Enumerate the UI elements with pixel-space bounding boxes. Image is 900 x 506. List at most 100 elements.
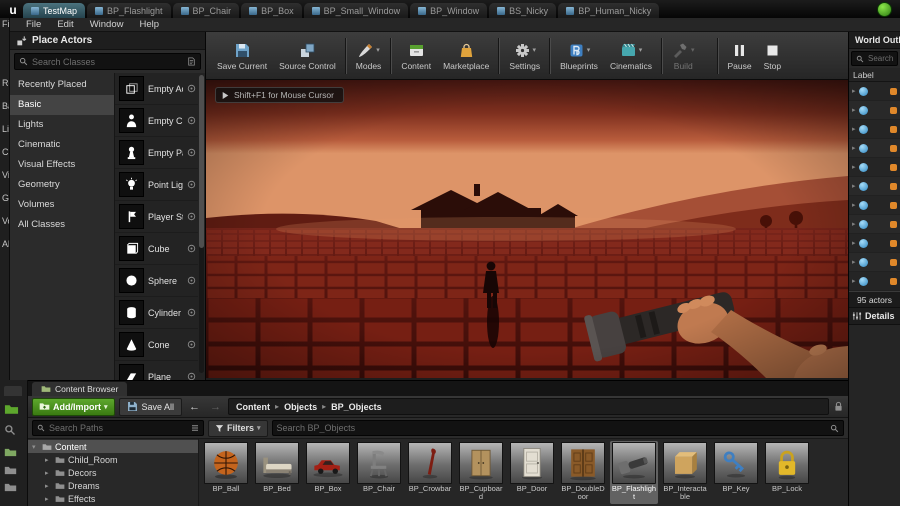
drag-handle-icon[interactable]: [187, 244, 196, 253]
menu-edit[interactable]: Edit: [49, 19, 81, 30]
asset-bp-doubledoor[interactable]: BP_DoubleDoor: [559, 441, 607, 504]
asset-bp-chair[interactable]: BP_Chair: [355, 441, 403, 504]
breadcrumb-objects[interactable]: Objects: [284, 402, 317, 412]
asset-search-input[interactable]: Search BP_Objects: [271, 420, 844, 436]
chevron-right-icon[interactable]: ▸: [45, 456, 52, 464]
place-item-empty-pawn[interactable]: Empty Pa: [115, 137, 198, 169]
place-item-empty-actor[interactable]: Empty Ac: [115, 73, 198, 105]
world-outliner-search-input[interactable]: Search...: [851, 51, 898, 66]
list-view-icon[interactable]: [191, 424, 199, 432]
tab-testmap[interactable]: TestMap: [23, 3, 86, 18]
save-all-button[interactable]: Save All: [118, 397, 183, 416]
lock-icon[interactable]: [833, 401, 844, 412]
settings-button[interactable]: ▾ Settings: [503, 39, 546, 73]
outliner-row[interactable]: ▸: [849, 253, 900, 272]
content-button[interactable]: Content: [395, 39, 437, 73]
scrollbar[interactable]: [199, 75, 204, 373]
back-button[interactable]: ←: [186, 401, 203, 413]
tab-bp-box[interactable]: BP_Box: [241, 3, 302, 18]
chevron-right-icon[interactable]: ▸: [45, 482, 52, 490]
content-browser-tab[interactable]: Content Browser: [32, 382, 128, 396]
filters-button[interactable]: Filters ▾: [208, 419, 268, 437]
pause-button[interactable]: Pause: [722, 39, 758, 73]
cinematics-button[interactable]: ▾ Cinematics: [604, 39, 658, 73]
save-current-button[interactable]: Save Current: [211, 39, 273, 73]
build-button[interactable]: ▾ Build: [666, 39, 701, 73]
outliner-row[interactable]: ▸: [849, 139, 900, 158]
forward-button[interactable]: →: [207, 401, 224, 413]
asset-bp-interactable[interactable]: BP_Interactable: [661, 441, 709, 504]
drag-handle-icon[interactable]: [187, 180, 196, 189]
asset-bp-cupboard[interactable]: BP_Cupboard: [457, 441, 505, 504]
chevron-right-icon[interactable]: ▸: [45, 469, 52, 477]
drag-handle-icon[interactable]: [187, 116, 196, 125]
place-item-cube[interactable]: Cube: [115, 233, 198, 265]
outliner-row[interactable]: ▸: [849, 101, 900, 120]
outliner-row[interactable]: ▸: [849, 215, 900, 234]
marketplace-button[interactable]: Marketplace: [437, 39, 495, 73]
category-recently-placed[interactable]: Recently Placed: [10, 75, 114, 95]
asset-bp-door[interactable]: BP_Door: [508, 441, 556, 504]
drag-handle-icon[interactable]: [187, 372, 196, 380]
source-control-button[interactable]: Source Control: [273, 39, 342, 73]
asset-bp-flashlight[interactable]: BP_Flashlight: [610, 441, 658, 504]
asset-bp-ball[interactable]: BP_Ball: [202, 441, 250, 504]
category-visual-effects[interactable]: Visual Effects: [10, 155, 114, 175]
drag-handle-icon[interactable]: [187, 340, 196, 349]
tab-bp-window[interactable]: BP_Window: [410, 3, 488, 18]
place-actors-search-input[interactable]: Search Classes: [14, 53, 201, 70]
category-volumes[interactable]: Volumes: [10, 195, 114, 215]
add-import-button[interactable]: Add/Import ▾: [32, 397, 115, 416]
saved-search-icon[interactable]: [187, 57, 196, 66]
blueprints-button[interactable]: ▾ Blueprints: [554, 39, 604, 73]
place-item-empty-character[interactable]: Empty Ch: [115, 105, 198, 137]
category-geometry[interactable]: Geometry: [10, 175, 114, 195]
drag-handle-icon[interactable]: [187, 276, 196, 285]
breadcrumb-bp-objects[interactable]: BP_Objects: [331, 402, 382, 412]
folder-child-room[interactable]: ▸ Child_Room: [28, 453, 198, 466]
viewport[interactable]: Shift+F1 for Mouse Cursor: [206, 80, 848, 378]
asset-bp-bed[interactable]: BP_Bed: [253, 441, 301, 504]
menu-help[interactable]: Help: [131, 19, 167, 30]
stop-button[interactable]: Stop: [758, 39, 788, 73]
chevron-down-icon[interactable]: ▾: [32, 443, 39, 451]
tab-bp-small-window[interactable]: BP_Small_Window: [303, 3, 409, 18]
outliner-label-column-header[interactable]: Label: [849, 68, 900, 82]
world-outliner-header[interactable]: World Outliner: [849, 32, 900, 49]
outliner-row[interactable]: ▸: [849, 120, 900, 139]
menu-window[interactable]: Window: [82, 19, 132, 30]
folder-effects[interactable]: ▸ Effects: [28, 492, 198, 505]
drag-handle-icon[interactable]: [187, 212, 196, 221]
breadcrumb-content[interactable]: Content: [236, 402, 270, 412]
drag-handle-icon[interactable]: [187, 148, 196, 157]
outliner-row[interactable]: ▸: [849, 177, 900, 196]
place-item-point-light[interactable]: Point Lig: [115, 169, 198, 201]
category-lights[interactable]: Lights: [10, 115, 114, 135]
asset-bp-lock[interactable]: BP_Lock: [763, 441, 811, 504]
tab-bp-chair[interactable]: BP_Chair: [172, 3, 240, 18]
category-all-classes[interactable]: All Classes: [10, 215, 114, 235]
outliner-row[interactable]: ▸: [849, 196, 900, 215]
category-basic[interactable]: Basic: [10, 95, 114, 115]
category-cinematic[interactable]: Cinematic: [10, 135, 114, 155]
tab-bp-human-nicky[interactable]: BP_Human_Nicky: [558, 3, 660, 18]
place-item-cylinder[interactable]: Cylinder: [115, 297, 198, 329]
details-header[interactable]: Details: [849, 308, 900, 325]
search-paths-input[interactable]: Search Paths: [32, 420, 204, 436]
drag-handle-icon[interactable]: [187, 308, 196, 317]
place-item-plane[interactable]: Plane: [115, 361, 198, 380]
outliner-row[interactable]: ▸: [849, 272, 900, 291]
outliner-row[interactable]: ▸: [849, 234, 900, 253]
place-item-cone[interactable]: Cone: [115, 329, 198, 361]
asset-bp-key[interactable]: BP_Key: [712, 441, 760, 504]
folder-content[interactable]: ▾ Content: [28, 440, 198, 453]
folder-dreams[interactable]: ▸ Dreams: [28, 479, 198, 492]
outliner-row[interactable]: ▸: [849, 82, 900, 101]
modes-button[interactable]: ▾ Modes: [350, 39, 388, 73]
menu-file[interactable]: File: [18, 19, 49, 30]
place-item-sphere[interactable]: Sphere: [115, 265, 198, 297]
drag-handle-icon[interactable]: [187, 84, 196, 93]
outliner-row[interactable]: ▸: [849, 158, 900, 177]
tab-bp-flashlight[interactable]: BP_Flashlight: [87, 3, 171, 18]
folder-decors[interactable]: ▸ Decors: [28, 466, 198, 479]
